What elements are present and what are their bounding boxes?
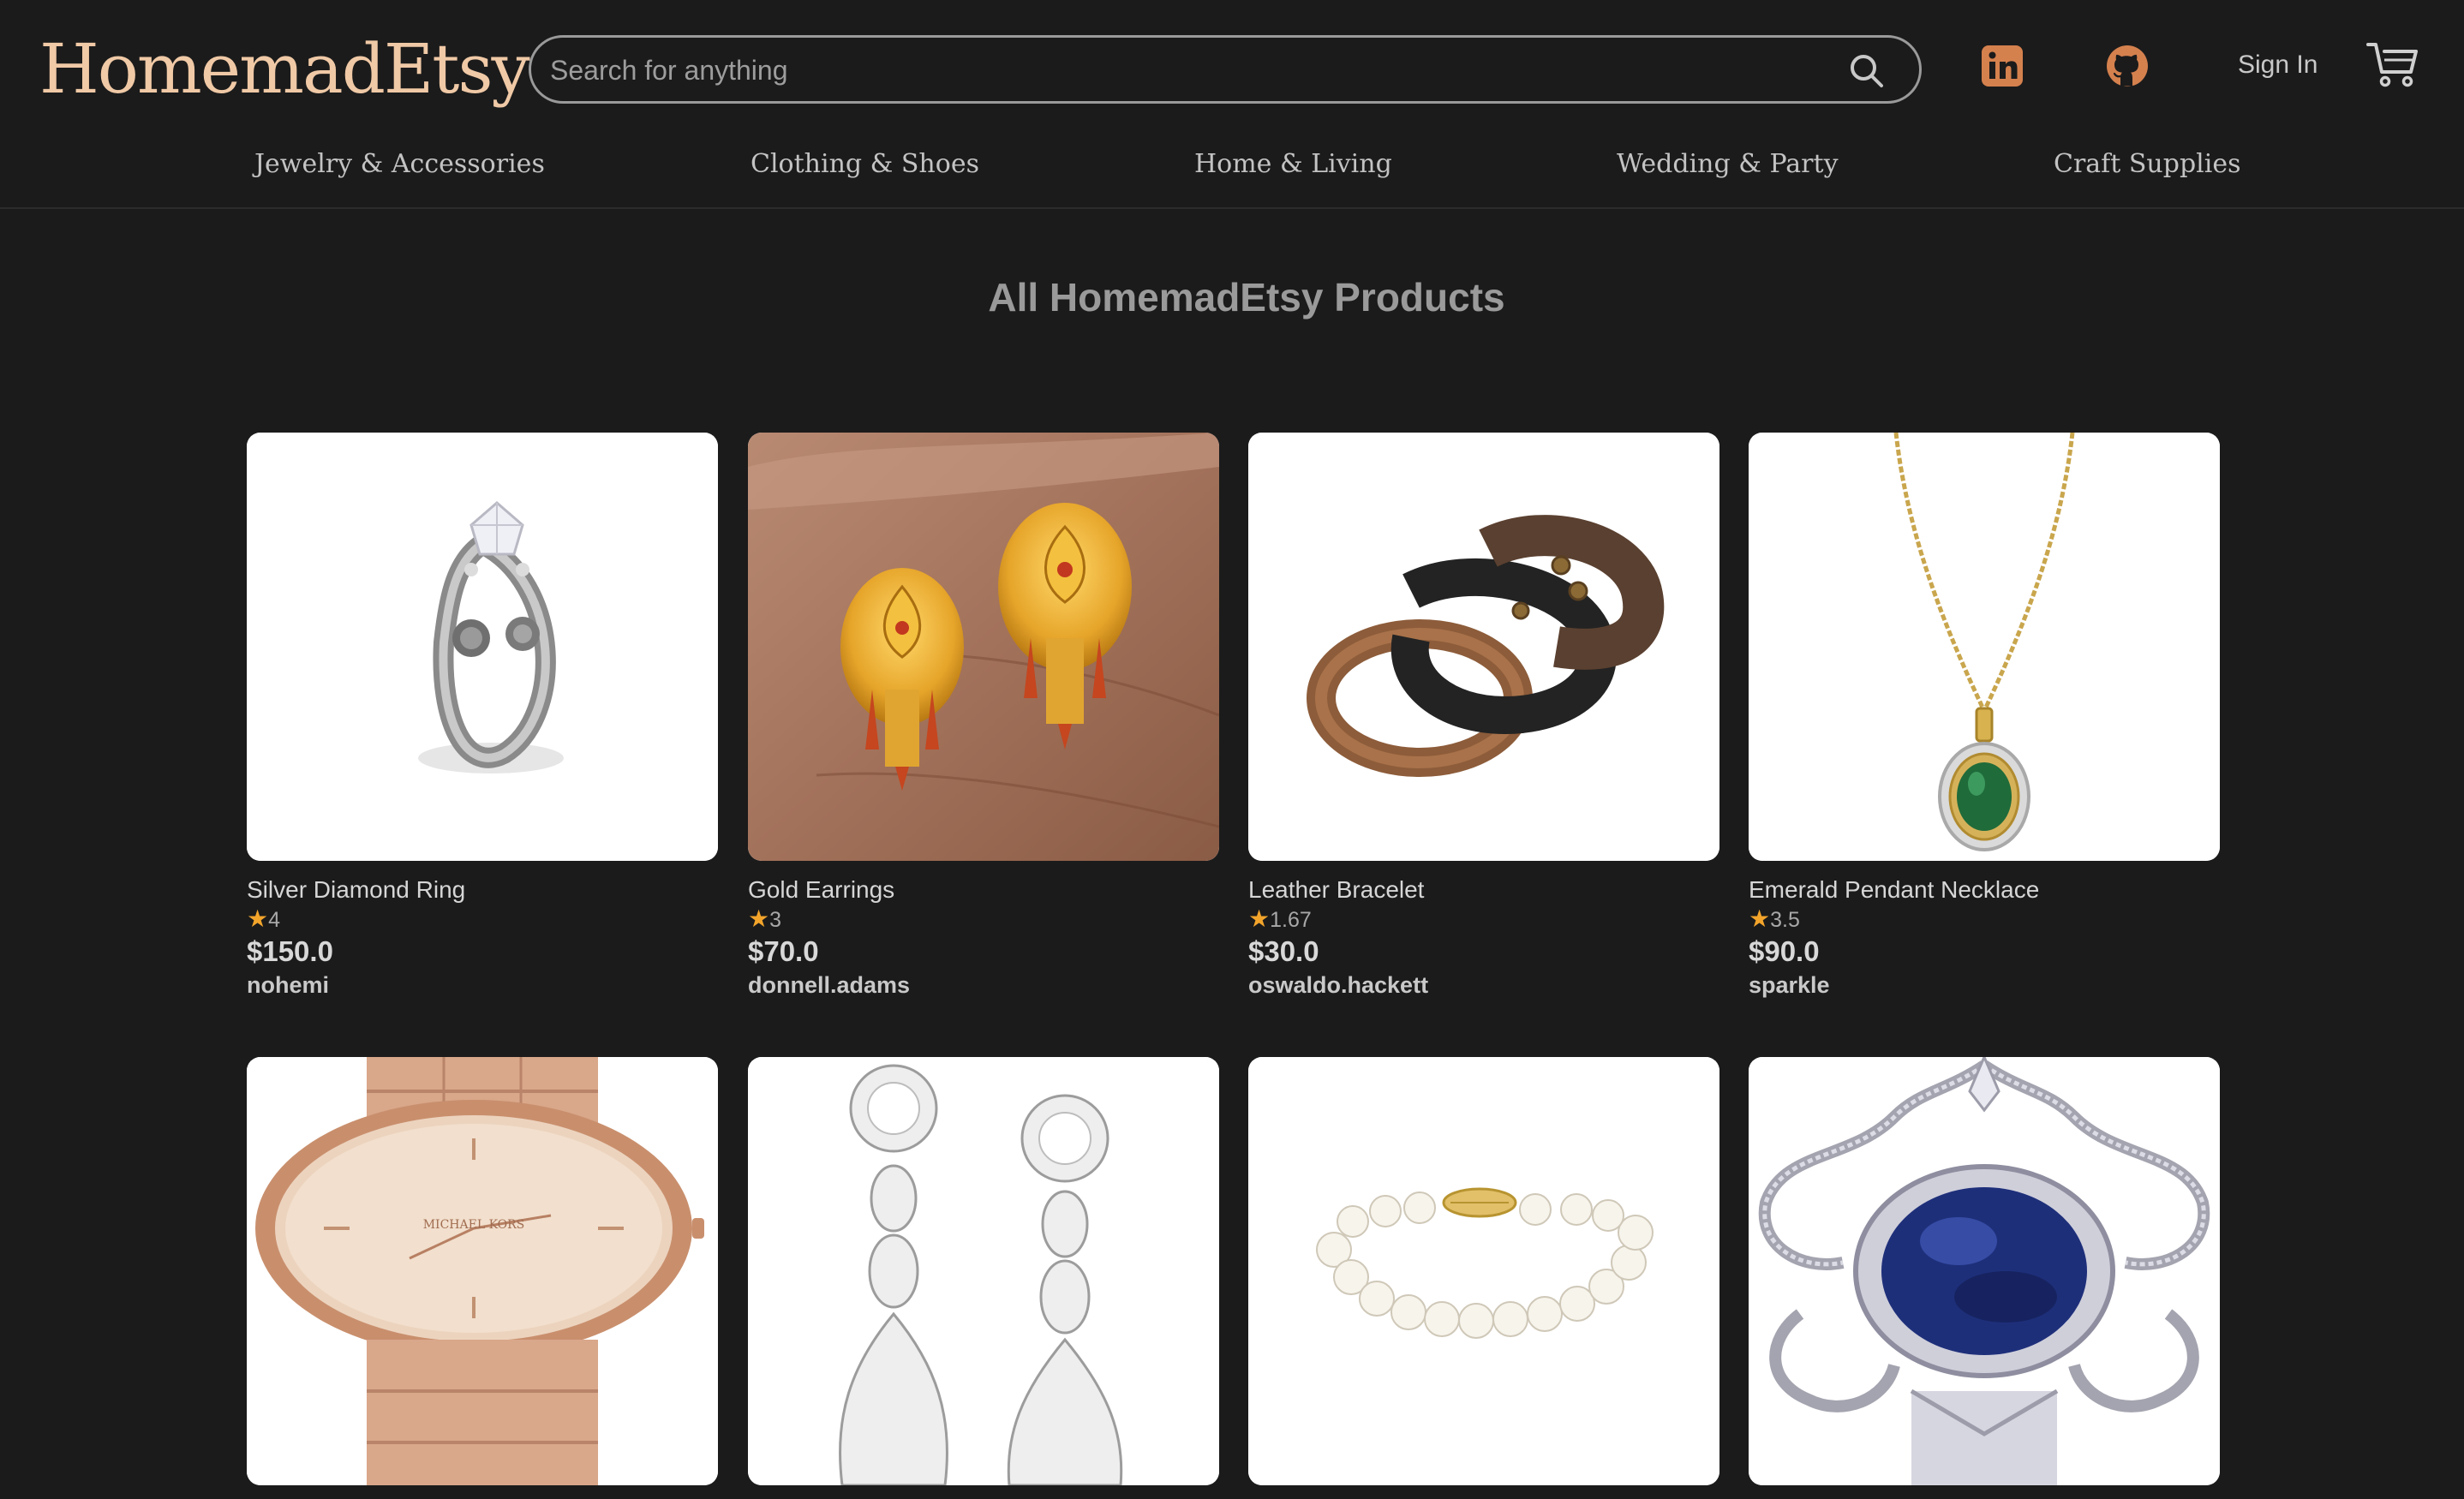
product-name[interactable]: Emerald Pendant Necklace	[1749, 875, 2220, 905]
category-craft-supplies[interactable]: Craft Supplies	[2054, 147, 2241, 182]
cart-icon[interactable]	[2366, 39, 2419, 89]
svg-text:MICHAEL KORS: MICHAEL KORS	[423, 1218, 525, 1232]
product-card[interactable]: Leather Bracelet ★1.67 $30.0 oswaldo.hac…	[1248, 433, 1719, 1000]
page-title: All HomemadEtsy Products	[988, 275, 1505, 320]
star-icon: ★	[1749, 905, 1771, 932]
star-icon: ★	[1248, 905, 1271, 932]
product-price: $30.0	[1248, 935, 1319, 967]
product-price: $90.0	[1749, 935, 1820, 967]
search-bar[interactable]	[529, 35, 1922, 104]
category-home-living[interactable]: Home & Living	[1194, 147, 1392, 182]
search-icon[interactable]	[1847, 51, 1885, 89]
product-card[interactable]: Silver Diamond Ring ★4 $150.0 nohemi	[247, 433, 718, 1000]
product-card[interactable]: MICHAEL KORS	[247, 1057, 718, 1499]
product-rating: ★1.67	[1248, 905, 1312, 932]
category-nav: Jewelry & Accessories Clothing & Shoes H…	[0, 137, 2464, 192]
product-seller[interactable]: nohemi	[247, 970, 718, 1000]
product-seller[interactable]: oswaldo.hackett	[1248, 970, 1719, 1000]
product-price: $70.0	[748, 935, 819, 967]
site-logo[interactable]: HomemadEtsy	[39, 22, 530, 116]
category-wedding-party[interactable]: Wedding & Party	[1617, 147, 1839, 182]
product-seller[interactable]: donnell.adams	[748, 970, 1219, 1000]
product-image[interactable]	[1749, 1057, 2220, 1485]
product-name[interactable]: Gold Earrings	[748, 875, 1219, 905]
product-image[interactable]	[1749, 433, 2220, 861]
product-image[interactable]	[748, 433, 1219, 861]
product-rating: ★3.5	[1749, 905, 1800, 932]
star-icon: ★	[748, 905, 770, 932]
product-image[interactable]	[1248, 433, 1719, 861]
sign-in-link[interactable]: Sign In	[2238, 48, 2317, 82]
product-price: $150.0	[247, 935, 333, 967]
category-jewelry-accessories[interactable]: Jewelry & Accessories	[254, 147, 545, 182]
product-card[interactable]: Emerald Pendant Necklace ★3.5 $90.0 spar…	[1749, 433, 2220, 1000]
product-card[interactable]	[1749, 1057, 2220, 1499]
linkedin-icon[interactable]	[1981, 45, 2024, 87]
product-seller[interactable]: sparkle	[1749, 970, 2220, 1000]
search-input[interactable]	[548, 46, 1820, 94]
github-icon[interactable]	[2106, 45, 2149, 87]
category-clothing-shoes[interactable]: Clothing & Shoes	[751, 147, 979, 182]
product-rating: ★4	[247, 905, 281, 932]
product-rating: ★3	[748, 905, 782, 932]
star-icon: ★	[247, 905, 269, 932]
site-header: HomemadEtsy Sign In Jewelry & Accessorie…	[0, 0, 2464, 209]
product-image[interactable]	[1248, 1057, 1719, 1485]
product-image[interactable]: MICHAEL KORS	[247, 1057, 718, 1485]
product-card[interactable]: Gold Earrings ★3 $70.0 donnell.adams	[748, 433, 1219, 1000]
product-name[interactable]: Leather Bracelet	[1248, 875, 1719, 905]
product-image[interactable]	[748, 1057, 1219, 1485]
product-card[interactable]	[748, 1057, 1219, 1499]
product-image[interactable]	[247, 433, 718, 861]
product-name[interactable]: Silver Diamond Ring	[247, 875, 718, 905]
product-card[interactable]	[1248, 1057, 1719, 1499]
